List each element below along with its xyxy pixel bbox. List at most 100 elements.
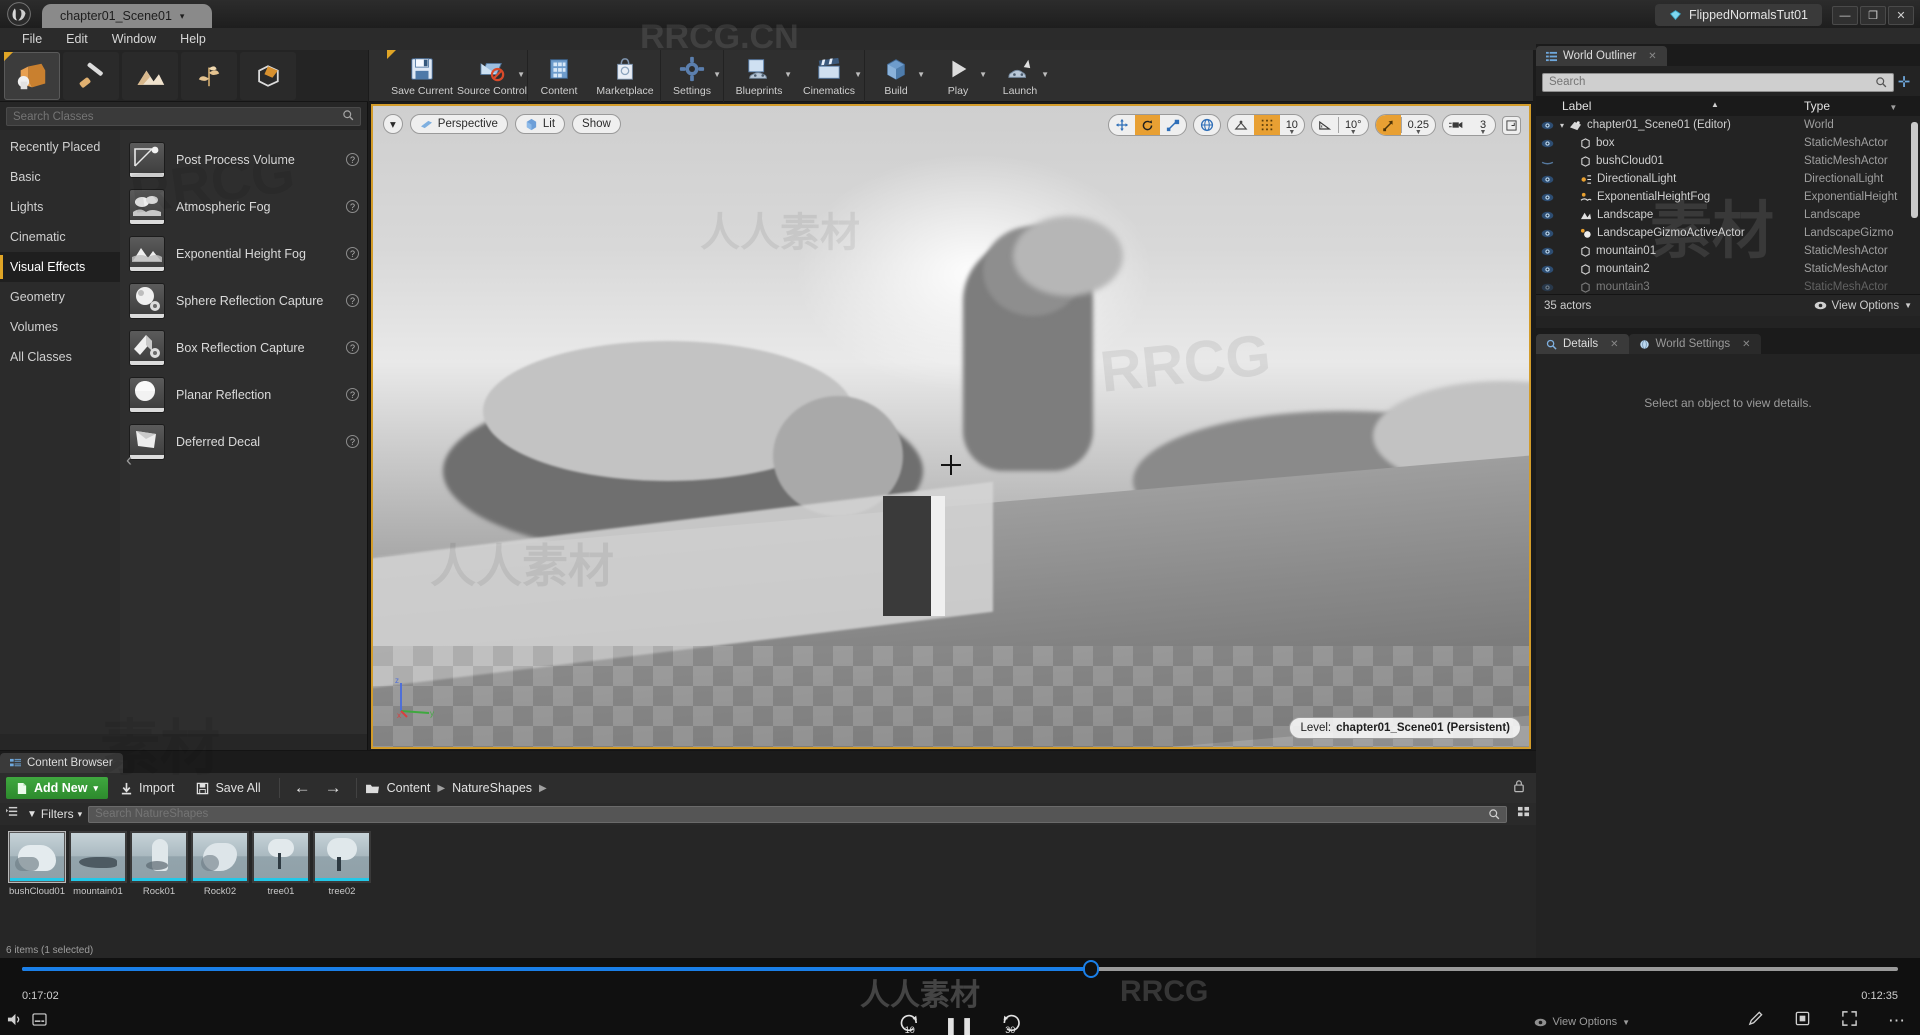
asset-bushcloud01[interactable]: bushCloud01: [8, 831, 66, 897]
expander-icon[interactable]: ▾: [1560, 121, 1564, 130]
asset-rock01[interactable]: Rock01: [130, 831, 188, 897]
history-back-button[interactable]: ←: [288, 776, 317, 800]
player-view-options-button[interactable]: View Options ▼: [1534, 1016, 1630, 1028]
scale-snap-toggle[interactable]: [1375, 115, 1401, 135]
tab-world-settings[interactable]: World Settings ✕: [1628, 334, 1761, 354]
visibility-toggle-icon-hidden[interactable]: [1536, 157, 1558, 166]
outliner-row-bushcloud01[interactable]: bushCloud01 StaticMeshActor: [1536, 152, 1920, 170]
filters-button[interactable]: ▼ Filters ▾: [27, 807, 82, 821]
menu-item-help[interactable]: Help: [168, 30, 218, 48]
visibility-toggle-icon[interactable]: [1536, 211, 1558, 220]
visibility-toggle-icon[interactable]: [1536, 121, 1558, 130]
chevron-down-icon[interactable]: ▼: [917, 70, 925, 79]
category-volumes[interactable]: Volumes: [0, 312, 120, 342]
outliner-search-input[interactable]: [1549, 76, 1875, 88]
breadcrumb-content[interactable]: Content: [387, 781, 431, 795]
tab-world-outliner[interactable]: World Outliner ✕: [1536, 46, 1667, 66]
visibility-toggle-icon[interactable]: [1536, 265, 1558, 274]
maximize-button[interactable]: ❐: [1860, 6, 1886, 25]
help-icon[interactable]: ?: [346, 388, 359, 401]
help-icon[interactable]: ?: [346, 247, 359, 260]
build-button[interactable]: Build ▼: [865, 50, 927, 102]
chevron-down-icon[interactable]: ▼: [713, 70, 721, 79]
search-classes-input[interactable]: [13, 110, 342, 123]
tab-details[interactable]: Details ✕: [1536, 334, 1629, 354]
outliner-scrollbar[interactable]: [1911, 122, 1918, 218]
rotation-snap-value[interactable]: 10° ▼: [1339, 115, 1368, 135]
landscape-mode-button[interactable]: [122, 51, 178, 100]
close-icon[interactable]: ✕: [1742, 339, 1750, 350]
outliner-search-field[interactable]: [1542, 72, 1894, 92]
volume-icon[interactable]: [6, 1012, 23, 1030]
category-cinematic[interactable]: Cinematic: [0, 222, 120, 252]
rotate-mode-button[interactable]: [1134, 115, 1160, 135]
blueprints-button[interactable]: Blueprints ▼: [724, 50, 794, 102]
actor-item-deferred-decal[interactable]: Deferred Decal ?: [120, 418, 367, 465]
surface-snap-button[interactable]: [1228, 115, 1254, 135]
visibility-toggle-icon[interactable]: [1536, 175, 1558, 184]
category-all-classes[interactable]: All Classes: [0, 342, 120, 372]
camera-speed-icon[interactable]: [1443, 115, 1471, 135]
asset-mountain01[interactable]: mountain01: [69, 831, 127, 897]
settings-button[interactable]: Settings ▼: [661, 50, 723, 102]
outliner-row-landscape[interactable]: Landscape Landscape: [1536, 206, 1920, 224]
help-icon[interactable]: ?: [346, 294, 359, 307]
menu-item-file[interactable]: File: [10, 30, 54, 48]
view-options-icon[interactable]: [1517, 805, 1530, 823]
subtitles-icon[interactable]: [32, 1013, 47, 1029]
content-search-field[interactable]: [88, 805, 1507, 823]
outliner-row-box[interactable]: box StaticMeshActor: [1536, 134, 1920, 152]
foliage-mode-button[interactable]: [181, 51, 237, 100]
outliner-row-mountain2[interactable]: mountain2 StaticMeshActor: [1536, 260, 1920, 278]
tab-content-browser[interactable]: Content Browser: [0, 753, 123, 773]
actor-item-post-process-volume[interactable]: Post Process Volume ?: [120, 136, 367, 183]
world-coordinates-button[interactable]: [1194, 115, 1220, 135]
column-header-type[interactable]: Type ▼: [1804, 99, 1920, 113]
close-icon[interactable]: ✕: [1648, 51, 1656, 62]
help-icon[interactable]: ?: [346, 200, 359, 213]
unreal-logo-icon[interactable]: [0, 0, 38, 28]
rewind-10-button[interactable]: 10: [898, 1012, 922, 1035]
column-header-label[interactable]: Label ▲: [1536, 99, 1804, 113]
progress-knob[interactable]: [1083, 960, 1100, 978]
project-name-tab[interactable]: FlippedNormalsTut01: [1654, 4, 1822, 26]
menu-item-window[interactable]: Window: [100, 30, 168, 48]
capture-icon[interactable]: [1794, 1010, 1811, 1032]
add-new-button[interactable]: Add New ▾: [6, 777, 109, 799]
outliner-row-landscapegizmoactiveactor[interactable]: LandscapeGizmoActiveActor LandscapeGizmo: [1536, 224, 1920, 242]
viewport-options-button[interactable]: ▾: [383, 114, 403, 134]
visibility-toggle-icon[interactable]: [1536, 229, 1558, 238]
category-geometry[interactable]: Geometry: [0, 282, 120, 312]
asset-tree02[interactable]: tree02: [313, 831, 371, 897]
translate-mode-button[interactable]: [1109, 115, 1135, 135]
asset-rock02[interactable]: Rock02: [191, 831, 249, 897]
visibility-toggle-icon[interactable]: [1536, 139, 1558, 148]
content-search-input[interactable]: [95, 808, 1488, 820]
help-icon[interactable]: ?: [346, 153, 359, 166]
outliner-row-directionallight[interactable]: DirectionalLight DirectionalLight: [1536, 170, 1920, 188]
help-icon[interactable]: ?: [346, 341, 359, 354]
launch-button[interactable]: Launch ▼: [989, 50, 1051, 102]
outliner-row-mountain01[interactable]: mountain01 StaticMeshActor: [1536, 242, 1920, 260]
source-control-button[interactable]: Source Control ▼: [457, 50, 527, 102]
actor-item-atmospheric-fog[interactable]: Atmospheric Fog ?: [120, 183, 367, 230]
category-lights[interactable]: Lights: [0, 192, 120, 222]
actor-item-exponential-height-fog[interactable]: Exponential Height Fog ?: [120, 230, 367, 277]
chevron-down-icon[interactable]: ▼: [979, 70, 987, 79]
chevron-down-icon[interactable]: ▼: [517, 70, 525, 79]
scene-box-actor[interactable]: [883, 496, 945, 616]
forward-30-button[interactable]: 30: [998, 1012, 1022, 1035]
progress-track[interactable]: [22, 960, 1898, 978]
actor-item-planar-reflection[interactable]: Planar Reflection ?: [120, 371, 367, 418]
category-visual-effects[interactable]: Visual Effects: [0, 252, 120, 282]
visibility-toggle-icon[interactable]: [1536, 193, 1558, 202]
scale-mode-button[interactable]: [1160, 115, 1186, 135]
save-current-button[interactable]: Save Current: [387, 49, 457, 102]
rotation-snap-toggle[interactable]: [1312, 115, 1338, 135]
visibility-toggle-icon[interactable]: [1536, 283, 1558, 292]
history-forward-button[interactable]: →: [319, 776, 348, 800]
category-recently-placed[interactable]: Recently Placed: [0, 132, 120, 162]
add-actor-button[interactable]: ✛: [1894, 73, 1914, 91]
level-viewport[interactable]: ▾ Perspective Lit Show 10 ▼ 10° ▼ 0.25 ▼…: [371, 104, 1531, 749]
asset-tree01[interactable]: tree01: [252, 831, 310, 897]
